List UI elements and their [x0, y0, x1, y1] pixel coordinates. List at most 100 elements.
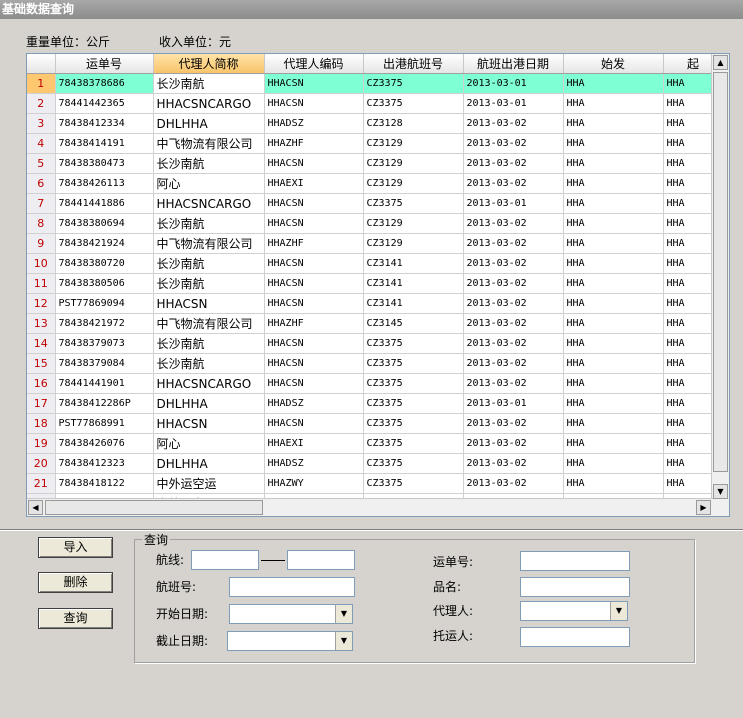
table-cell[interactable]: PST77868991 — [55, 413, 154, 434]
table-cell[interactable]: 2013-03-02 — [463, 473, 564, 494]
row-number[interactable]: 10 — [27, 253, 56, 274]
table-cell[interactable]: 2013-03-02 — [463, 233, 564, 254]
table-row[interactable]: 15 78438379084 长沙南航 HHACSN CZ3375 2013-03-02 H… — [27, 353, 724, 374]
table-row[interactable]: 20 78438412323 DHLHHA HHADSZ CZ3375 2013-03-0… — [27, 453, 724, 474]
table-cell[interactable]: 2013-03-02 — [463, 173, 564, 194]
table-cell[interactable]: HHA — [563, 393, 664, 414]
table-cell[interactable]: 78438412286P — [55, 393, 154, 414]
agent-name-cell[interactable]: HHACSNCARGO — [153, 93, 265, 114]
table-cell[interactable]: 2013-03-01 — [463, 73, 564, 94]
shipper-input[interactable] — [520, 627, 630, 647]
table-cell[interactable]: HHA — [563, 113, 664, 134]
table-cell[interactable]: HHA — [563, 473, 664, 494]
table-cell[interactable]: CZ3375 — [363, 353, 464, 374]
table-cell[interactable]: CZ3375 — [363, 453, 464, 474]
row-number[interactable]: 17 — [27, 393, 56, 414]
agent-name-cell[interactable]: 长沙南航 — [153, 353, 265, 374]
table-cell[interactable]: 2013-03-02 — [463, 353, 564, 374]
product-input[interactable] — [520, 577, 630, 597]
table-cell[interactable]: 2013-03-01 — [463, 93, 564, 114]
row-number[interactable]: 3 — [27, 113, 56, 134]
row-number[interactable]: 2 — [27, 93, 56, 114]
chevron-down-icon[interactable]: ▼ — [335, 632, 352, 650]
row-number[interactable]: 12 — [27, 293, 56, 314]
row-number[interactable]: 1 — [27, 73, 56, 94]
table-row[interactable]: 17 78438412286P DHLHHA HHADSZ CZ3375 2013-03-… — [27, 393, 724, 414]
agent-name-cell[interactable]: HHACSN — [153, 413, 265, 434]
table-cell[interactable]: CZ3375 — [363, 73, 464, 94]
row-number[interactable]: 9 — [27, 233, 56, 254]
waybill-input[interactable] — [520, 551, 630, 571]
table-cell[interactable]: HHACSN — [264, 93, 364, 114]
agent-name-cell[interactable]: 长沙南航 — [153, 273, 265, 294]
scroll-down-icon[interactable]: ▼ — [713, 484, 728, 499]
table-row[interactable]: 9 78438421924 中飞物流有限公司 HHAZHF CZ3129 2013-03-… — [27, 233, 724, 254]
scroll-right-icon[interactable]: ▶ — [696, 500, 711, 515]
table-cell[interactable]: CZ3129 — [363, 233, 464, 254]
table-cell[interactable]: HHAEXI — [264, 173, 364, 194]
table-cell[interactable]: HHADSZ — [264, 113, 364, 134]
table-cell[interactable]: HHA — [563, 433, 664, 454]
table-cell[interactable]: CZ3141 — [363, 273, 464, 294]
table-cell[interactable]: 2013-03-02 — [463, 413, 564, 434]
table-cell[interactable]: 2013-03-02 — [463, 153, 564, 174]
vertical-scroll-thumb[interactable] — [713, 72, 728, 472]
agent-name-cell[interactable]: 中外运空运 — [153, 473, 265, 494]
table-cell[interactable]: HHACSN — [264, 353, 364, 374]
agent-name-cell[interactable]: 阿心 — [153, 433, 265, 454]
table-cell[interactable]: 2013-03-02 — [463, 253, 564, 274]
table-cell[interactable]: HHA — [563, 313, 664, 334]
column-header[interactable]: 始发 — [563, 54, 664, 74]
agent-select[interactable]: ▼ — [520, 601, 628, 621]
agent-name-cell[interactable]: 阿心 — [153, 173, 265, 194]
table-row[interactable]: 21 78438418122 中外运空运 HHAZWY CZ3375 2013-03-02… — [27, 473, 724, 494]
row-number[interactable]: 13 — [27, 313, 56, 334]
column-header[interactable]: 运单号 — [55, 54, 154, 74]
scroll-up-icon[interactable]: ▲ — [713, 55, 728, 70]
table-cell[interactable]: 2013-03-01 — [463, 393, 564, 414]
table-cell[interactable]: CZ3375 — [363, 473, 464, 494]
table-row[interactable]: 2 78441442365 HHACSNCARGO HHACSN CZ3375 2013-… — [27, 93, 724, 114]
table-cell[interactable]: 2013-03-02 — [463, 313, 564, 334]
table-cell[interactable]: HHA — [563, 333, 664, 354]
table-cell[interactable]: 78438379084 — [55, 353, 154, 374]
table-cell[interactable]: HHACSN — [264, 413, 364, 434]
agent-name-cell[interactable]: HHACSNCARGO — [153, 373, 265, 394]
table-cell[interactable]: CZ3141 — [363, 253, 464, 274]
table-cell[interactable]: CZ3145 — [363, 313, 464, 334]
route-to-input[interactable] — [287, 550, 355, 570]
table-cell[interactable]: HHADSZ — [264, 393, 364, 414]
data-grid[interactable]: 运单号 代理人简称 代理人编码 出港航班号 航班出港日期 始发起 1 78438378686… — [26, 53, 730, 517]
table-cell[interactable]: CZ3129 — [363, 213, 464, 234]
table-cell[interactable]: 78438380506 — [55, 273, 154, 294]
table-cell[interactable]: 78438426076 — [55, 433, 154, 454]
table-row[interactable]: 1 78438378686 长沙南航 HHACSN CZ3375 2013-03-01 HH… — [27, 73, 724, 94]
table-row[interactable]: 14 78438379073 长沙南航 HHACSN CZ3375 2013-03-02 H… — [27, 333, 724, 354]
table-cell[interactable]: CZ3375 — [363, 333, 464, 354]
table-cell[interactable]: CZ3375 — [363, 373, 464, 394]
table-cell[interactable]: HHA — [563, 453, 664, 474]
grid-corner-header[interactable] — [27, 54, 56, 74]
table-cell[interactable]: 78438414191 — [55, 133, 154, 154]
table-row[interactable]: 19 78438426076 阿心 HHAEXI CZ3375 2013-03-02 HHA… — [27, 433, 724, 454]
agent-name-cell[interactable]: 长沙南航 — [153, 333, 265, 354]
route-from-input[interactable] — [191, 550, 259, 570]
table-cell[interactable]: HHA — [563, 413, 664, 434]
table-cell[interactable]: 2013-03-02 — [463, 213, 564, 234]
table-cell[interactable]: 78441441901 — [55, 373, 154, 394]
column-header[interactable]: 代理人编码 — [264, 54, 364, 74]
agent-name-cell[interactable]: HHACSNCARGO — [153, 193, 265, 214]
import-button[interactable]: 导入 — [38, 537, 113, 558]
table-cell[interactable]: 78438426113 — [55, 173, 154, 194]
table-cell[interactable]: HHAZWY — [264, 473, 364, 494]
delete-button[interactable]: 删除 — [38, 572, 113, 593]
row-number[interactable]: 21 — [27, 473, 56, 494]
table-cell[interactable]: CZ3141 — [363, 293, 464, 314]
table-cell[interactable]: 2013-03-02 — [463, 293, 564, 314]
agent-name-cell[interactable]: 长沙南航 — [153, 213, 265, 234]
table-row[interactable]: 10 78438380720 长沙南航 HHACSN CZ3141 2013-03-02 H… — [27, 253, 724, 274]
table-cell[interactable]: HHACSN — [264, 273, 364, 294]
table-row[interactable]: 3 78438412334 DHLHHA HHADSZ CZ3128 2013-03-02… — [27, 113, 724, 134]
table-cell[interactable]: CZ3375 — [363, 433, 464, 454]
table-cell[interactable]: HHA — [563, 353, 664, 374]
